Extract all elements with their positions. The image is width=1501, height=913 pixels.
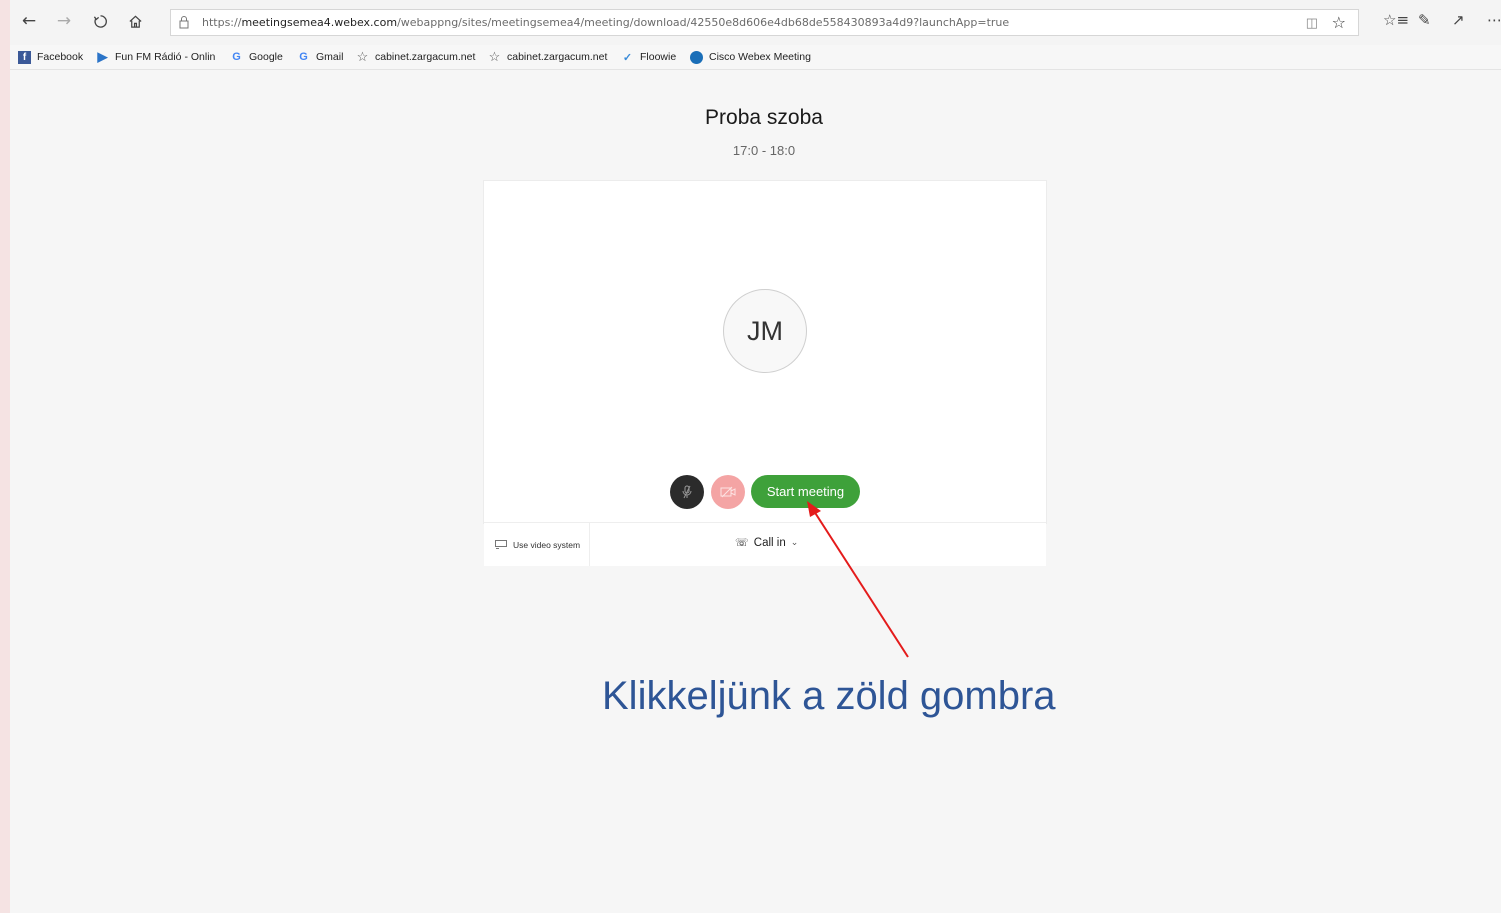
refresh-icon bbox=[93, 14, 107, 28]
refresh-button[interactable] bbox=[89, 10, 111, 32]
back-button[interactable]: ← bbox=[18, 10, 40, 32]
meeting-time: 17:0 - 18:0 bbox=[732, 143, 796, 158]
forward-button[interactable]: → bbox=[53, 10, 75, 32]
share-icon[interactable]: ↗ bbox=[1452, 11, 1465, 29]
favorites-bar: f Facebook ▶ Fun FM Rádió - Onlin G Goog… bbox=[10, 45, 1501, 70]
chevron-down-icon: ⌄ bbox=[790, 537, 799, 548]
address-bar[interactable]: https://meetingsemea4.webex.com/webappng… bbox=[170, 9, 1359, 36]
favorites-list-icon[interactable]: ☆≡ bbox=[1383, 11, 1409, 29]
play-circle-icon: ▶ bbox=[97, 49, 108, 64]
video-off-icon bbox=[720, 486, 736, 498]
webex-page: Proba szoba 17:0 - 18:0 JM Start meeting… bbox=[10, 70, 1501, 913]
meeting-title: Proba szoba bbox=[705, 106, 823, 129]
start-meeting-button[interactable]: Start meeting bbox=[751, 475, 860, 508]
pen-icon[interactable]: ✎ bbox=[1418, 11, 1431, 29]
favorite-cabinet-1[interactable]: ☆ cabinet.zargacum.net bbox=[356, 49, 476, 65]
use-video-system-button[interactable]: Use video system bbox=[484, 523, 590, 566]
favorite-funfm[interactable]: ▶ Fun FM Rádió - Onlin bbox=[96, 49, 216, 65]
url-text: https://meetingsemea4.webex.com/webappng… bbox=[202, 16, 1010, 29]
favorite-webex[interactable]: Cisco Webex Meeting bbox=[690, 49, 811, 65]
avatar: JM bbox=[723, 289, 807, 373]
arrow-left-icon: ← bbox=[21, 11, 37, 31]
favorite-cabinet-2[interactable]: ☆ cabinet.zargacum.net bbox=[488, 49, 608, 65]
browser-toolbar: ← → https://meetingsemea4.webex.com/weba… bbox=[10, 0, 1501, 45]
card-footer: Use video system ☏ Call in ⌄ bbox=[484, 522, 1046, 566]
home-icon bbox=[128, 15, 142, 28]
favorite-star-icon[interactable]: ☆ bbox=[1332, 13, 1346, 32]
reading-view-icon[interactable]: ◫ bbox=[1306, 15, 1318, 31]
preview-card: JM Start meeting Use video system ☏ Call… bbox=[483, 180, 1047, 566]
cast-icon bbox=[495, 540, 507, 549]
home-button[interactable] bbox=[124, 10, 146, 32]
star-icon: ☆ bbox=[488, 49, 501, 64]
favorite-gmail[interactable]: G Gmail bbox=[297, 49, 343, 65]
phone-icon: ☏ bbox=[735, 536, 749, 549]
favorite-google[interactable]: G Google bbox=[230, 49, 283, 65]
call-in-dropdown[interactable]: ☏ Call in ⌄ bbox=[735, 536, 798, 549]
google-icon: G bbox=[299, 51, 308, 63]
lock-icon bbox=[179, 16, 189, 29]
facebook-icon: f bbox=[18, 50, 31, 64]
mute-button[interactable] bbox=[670, 475, 704, 509]
annotation-text: Klikkeljünk a zöld gombra bbox=[602, 674, 1056, 718]
microphone-muted-icon bbox=[682, 485, 692, 499]
more-icon[interactable]: ⋯ bbox=[1487, 11, 1501, 29]
webex-icon bbox=[690, 50, 703, 64]
google-icon: G bbox=[232, 51, 241, 63]
star-icon: ☆ bbox=[356, 49, 369, 64]
video-toggle-button[interactable] bbox=[711, 475, 745, 509]
floowie-icon: ✓ bbox=[622, 51, 633, 64]
favorite-floowie[interactable]: ✓ Floowie bbox=[621, 49, 676, 65]
arrow-right-icon: → bbox=[56, 11, 72, 31]
favorite-facebook[interactable]: f Facebook bbox=[18, 49, 83, 65]
browser-window: ← → https://meetingsemea4.webex.com/weba… bbox=[10, 0, 1501, 913]
